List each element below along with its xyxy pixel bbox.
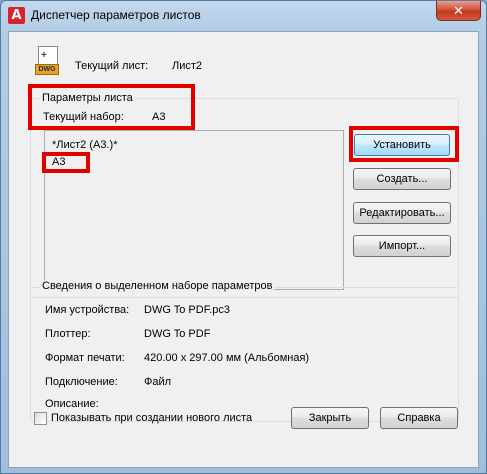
autocad-app-icon[interactable]: A [8, 7, 25, 24]
list-item-sheet2[interactable]: *Лист2 (А3.)* [52, 139, 117, 151]
help-button[interactable]: Справка [380, 407, 458, 429]
dwg-file-icon: + DWG [35, 46, 61, 78]
page-setups-list[interactable]: *Лист2 (А3.)* А3 [44, 130, 344, 290]
list-item-a3[interactable]: А3 [52, 156, 65, 168]
description-label: Описание: [45, 398, 99, 410]
current-set-value: А3 [152, 111, 166, 123]
set-current-button[interactable]: Установить [354, 134, 450, 156]
page-setups-group-title: Параметры листа [40, 92, 135, 104]
close-icon: ✕ [453, 3, 464, 18]
details-group-title: Сведения о выделенном наборе параметров [40, 280, 275, 292]
modify-button[interactable]: Редактировать... [353, 202, 451, 224]
paper-size-value: 420.00 x 297.00 мм (Альбомная) [144, 352, 310, 364]
paper-size-label: Формат печати: [45, 352, 125, 364]
device-name-label: Имя устройства: [45, 304, 130, 316]
dialog-body: + DWG Текущий лист: Лист2 Параметры лист… [8, 31, 479, 468]
title-bar[interactable]: A Диспетчер параметров листов ✕ [1, 1, 486, 31]
where-label: Подключение: [45, 376, 118, 388]
page-setup-manager-window: A Диспетчер параметров листов ✕ + DWG Те… [0, 0, 487, 474]
import-button[interactable]: Импорт... [353, 235, 451, 257]
plotter-value: DWG To PDF [144, 328, 211, 340]
show-on-new-layout-checkbox[interactable] [34, 412, 47, 425]
where-value: Файл [144, 376, 172, 388]
current-sheet-label: Текущий лист: [75, 60, 149, 72]
device-name-value: DWG To PDF.pc3 [144, 304, 230, 316]
close-button[interactable]: Закрыть [291, 407, 369, 429]
new-button[interactable]: Создать... [353, 168, 451, 190]
plotter-label: Плоттер: [45, 328, 91, 340]
current-sheet-value: Лист2 [172, 60, 203, 72]
show-on-new-layout-label[interactable]: Показывать при создании нового листа [51, 412, 252, 424]
close-window-button[interactable]: ✕ [436, 1, 481, 21]
current-set-label: Текущий набор: [43, 111, 124, 123]
window-title: Диспетчер параметров листов [31, 8, 201, 22]
